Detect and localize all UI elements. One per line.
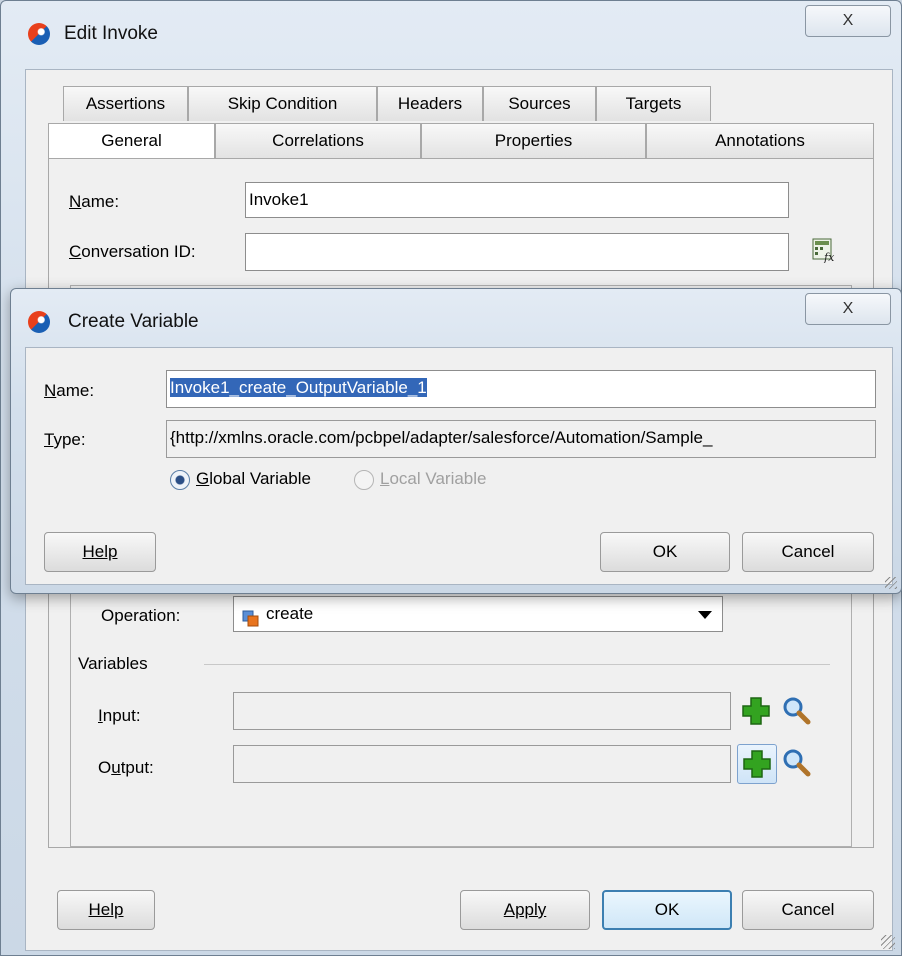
oracle-logo-icon bbox=[28, 23, 50, 45]
local-variable-radio[interactable] bbox=[354, 470, 374, 490]
cancel-button[interactable]: Cancel bbox=[742, 890, 874, 930]
oracle-logo-icon bbox=[28, 311, 50, 333]
local-variable-label: Local Variable bbox=[380, 469, 487, 488]
create-variable-client-area: Name: Invoke1_create_OutputVariable_1 Ty… bbox=[25, 347, 893, 585]
tab-correlations[interactable]: Correlations bbox=[215, 123, 421, 159]
variable-cancel-button[interactable]: Cancel bbox=[742, 532, 874, 572]
cancel-label: Cancel bbox=[781, 542, 835, 561]
svg-text:fx: fx bbox=[823, 251, 835, 263]
variable-ok-button[interactable]: OK bbox=[600, 532, 730, 572]
resize-grip-icon[interactable] bbox=[885, 577, 897, 589]
tab-skip-condition[interactable]: Skip Condition bbox=[188, 86, 377, 121]
tab-sources[interactable]: Sources bbox=[483, 86, 596, 121]
help-label: Help bbox=[88, 900, 124, 919]
tab-label: Skip Condition bbox=[227, 94, 338, 113]
ok-label: OK bbox=[654, 900, 680, 919]
create-variable-dialog: Create Variable X Name: Invoke1_create_O… bbox=[10, 288, 902, 594]
help-button[interactable]: Help bbox=[57, 890, 155, 930]
create-variable-close-button[interactable]: X bbox=[805, 293, 891, 325]
tab-label: Correlations bbox=[272, 131, 364, 150]
ok-label: OK bbox=[652, 542, 678, 561]
operation-label: Operation: bbox=[101, 606, 181, 625]
add-plus-icon[interactable] bbox=[737, 744, 777, 784]
edit-invoke-close-button[interactable]: X bbox=[805, 5, 891, 37]
variable-name-value: Invoke1_create_OutputVariable_1 bbox=[170, 378, 427, 397]
tab-properties[interactable]: Properties bbox=[421, 123, 646, 159]
expression-builder-icon[interactable]: fx bbox=[811, 237, 837, 264]
tab-label: Sources bbox=[508, 94, 571, 113]
variable-name-field[interactable]: Invoke1_create_OutputVariable_1 bbox=[166, 370, 876, 408]
chevron-down-icon bbox=[698, 611, 712, 619]
tab-label: Annotations bbox=[715, 131, 805, 150]
close-icon: X bbox=[842, 300, 854, 317]
variable-name-label: Name: bbox=[44, 381, 95, 400]
magnifier-icon[interactable] bbox=[782, 696, 812, 726]
tab-label: Assertions bbox=[85, 94, 166, 113]
operation-select[interactable]: create bbox=[233, 596, 723, 632]
variables-label: Variables bbox=[78, 654, 148, 673]
input-variable-field[interactable] bbox=[233, 692, 731, 730]
variable-help-button[interactable]: Help bbox=[44, 532, 156, 572]
output-label: Output: bbox=[98, 758, 154, 777]
operation-icon bbox=[242, 606, 260, 627]
tab-label: Targets bbox=[625, 94, 682, 113]
tab-general[interactable]: General bbox=[48, 123, 215, 159]
name-label: Name: bbox=[69, 192, 120, 211]
operation-value: create bbox=[266, 604, 314, 623]
tab-label: General bbox=[101, 131, 162, 150]
edit-invoke-title: Edit Invoke bbox=[64, 23, 158, 44]
add-plus-icon[interactable] bbox=[739, 694, 773, 728]
create-variable-title: Create Variable bbox=[68, 311, 199, 332]
variables-divider bbox=[204, 664, 830, 665]
tab-headers[interactable]: Headers bbox=[377, 86, 483, 121]
cancel-label: Cancel bbox=[781, 900, 835, 919]
apply-label: Apply bbox=[503, 900, 547, 919]
apply-button[interactable]: Apply bbox=[460, 890, 590, 930]
tab-label: Headers bbox=[397, 94, 463, 113]
name-field[interactable]: Invoke1 bbox=[245, 182, 789, 218]
tab-annotations[interactable]: Annotations bbox=[646, 123, 874, 159]
output-variable-field[interactable] bbox=[233, 745, 731, 783]
global-variable-label: Global Variable bbox=[196, 469, 311, 488]
tab-targets[interactable]: Targets bbox=[596, 86, 711, 121]
input-label: Input: bbox=[98, 706, 141, 725]
magnifier-icon[interactable] bbox=[782, 748, 812, 778]
help-label: Help bbox=[82, 542, 118, 561]
resize-grip-icon[interactable] bbox=[881, 935, 895, 949]
tab-label: Properties bbox=[494, 131, 573, 150]
ok-button[interactable]: OK bbox=[602, 890, 732, 930]
conversation-id-label: Conversation ID: bbox=[69, 242, 196, 261]
conversation-id-field[interactable] bbox=[245, 233, 789, 271]
tab-assertions[interactable]: Assertions bbox=[63, 86, 188, 121]
global-variable-radio[interactable] bbox=[170, 470, 190, 490]
variable-type-field[interactable]: {http://xmlns.oracle.com/pcbpel/adapter/… bbox=[166, 420, 876, 458]
close-icon: X bbox=[842, 12, 854, 29]
variable-type-label: Type: bbox=[44, 430, 86, 449]
